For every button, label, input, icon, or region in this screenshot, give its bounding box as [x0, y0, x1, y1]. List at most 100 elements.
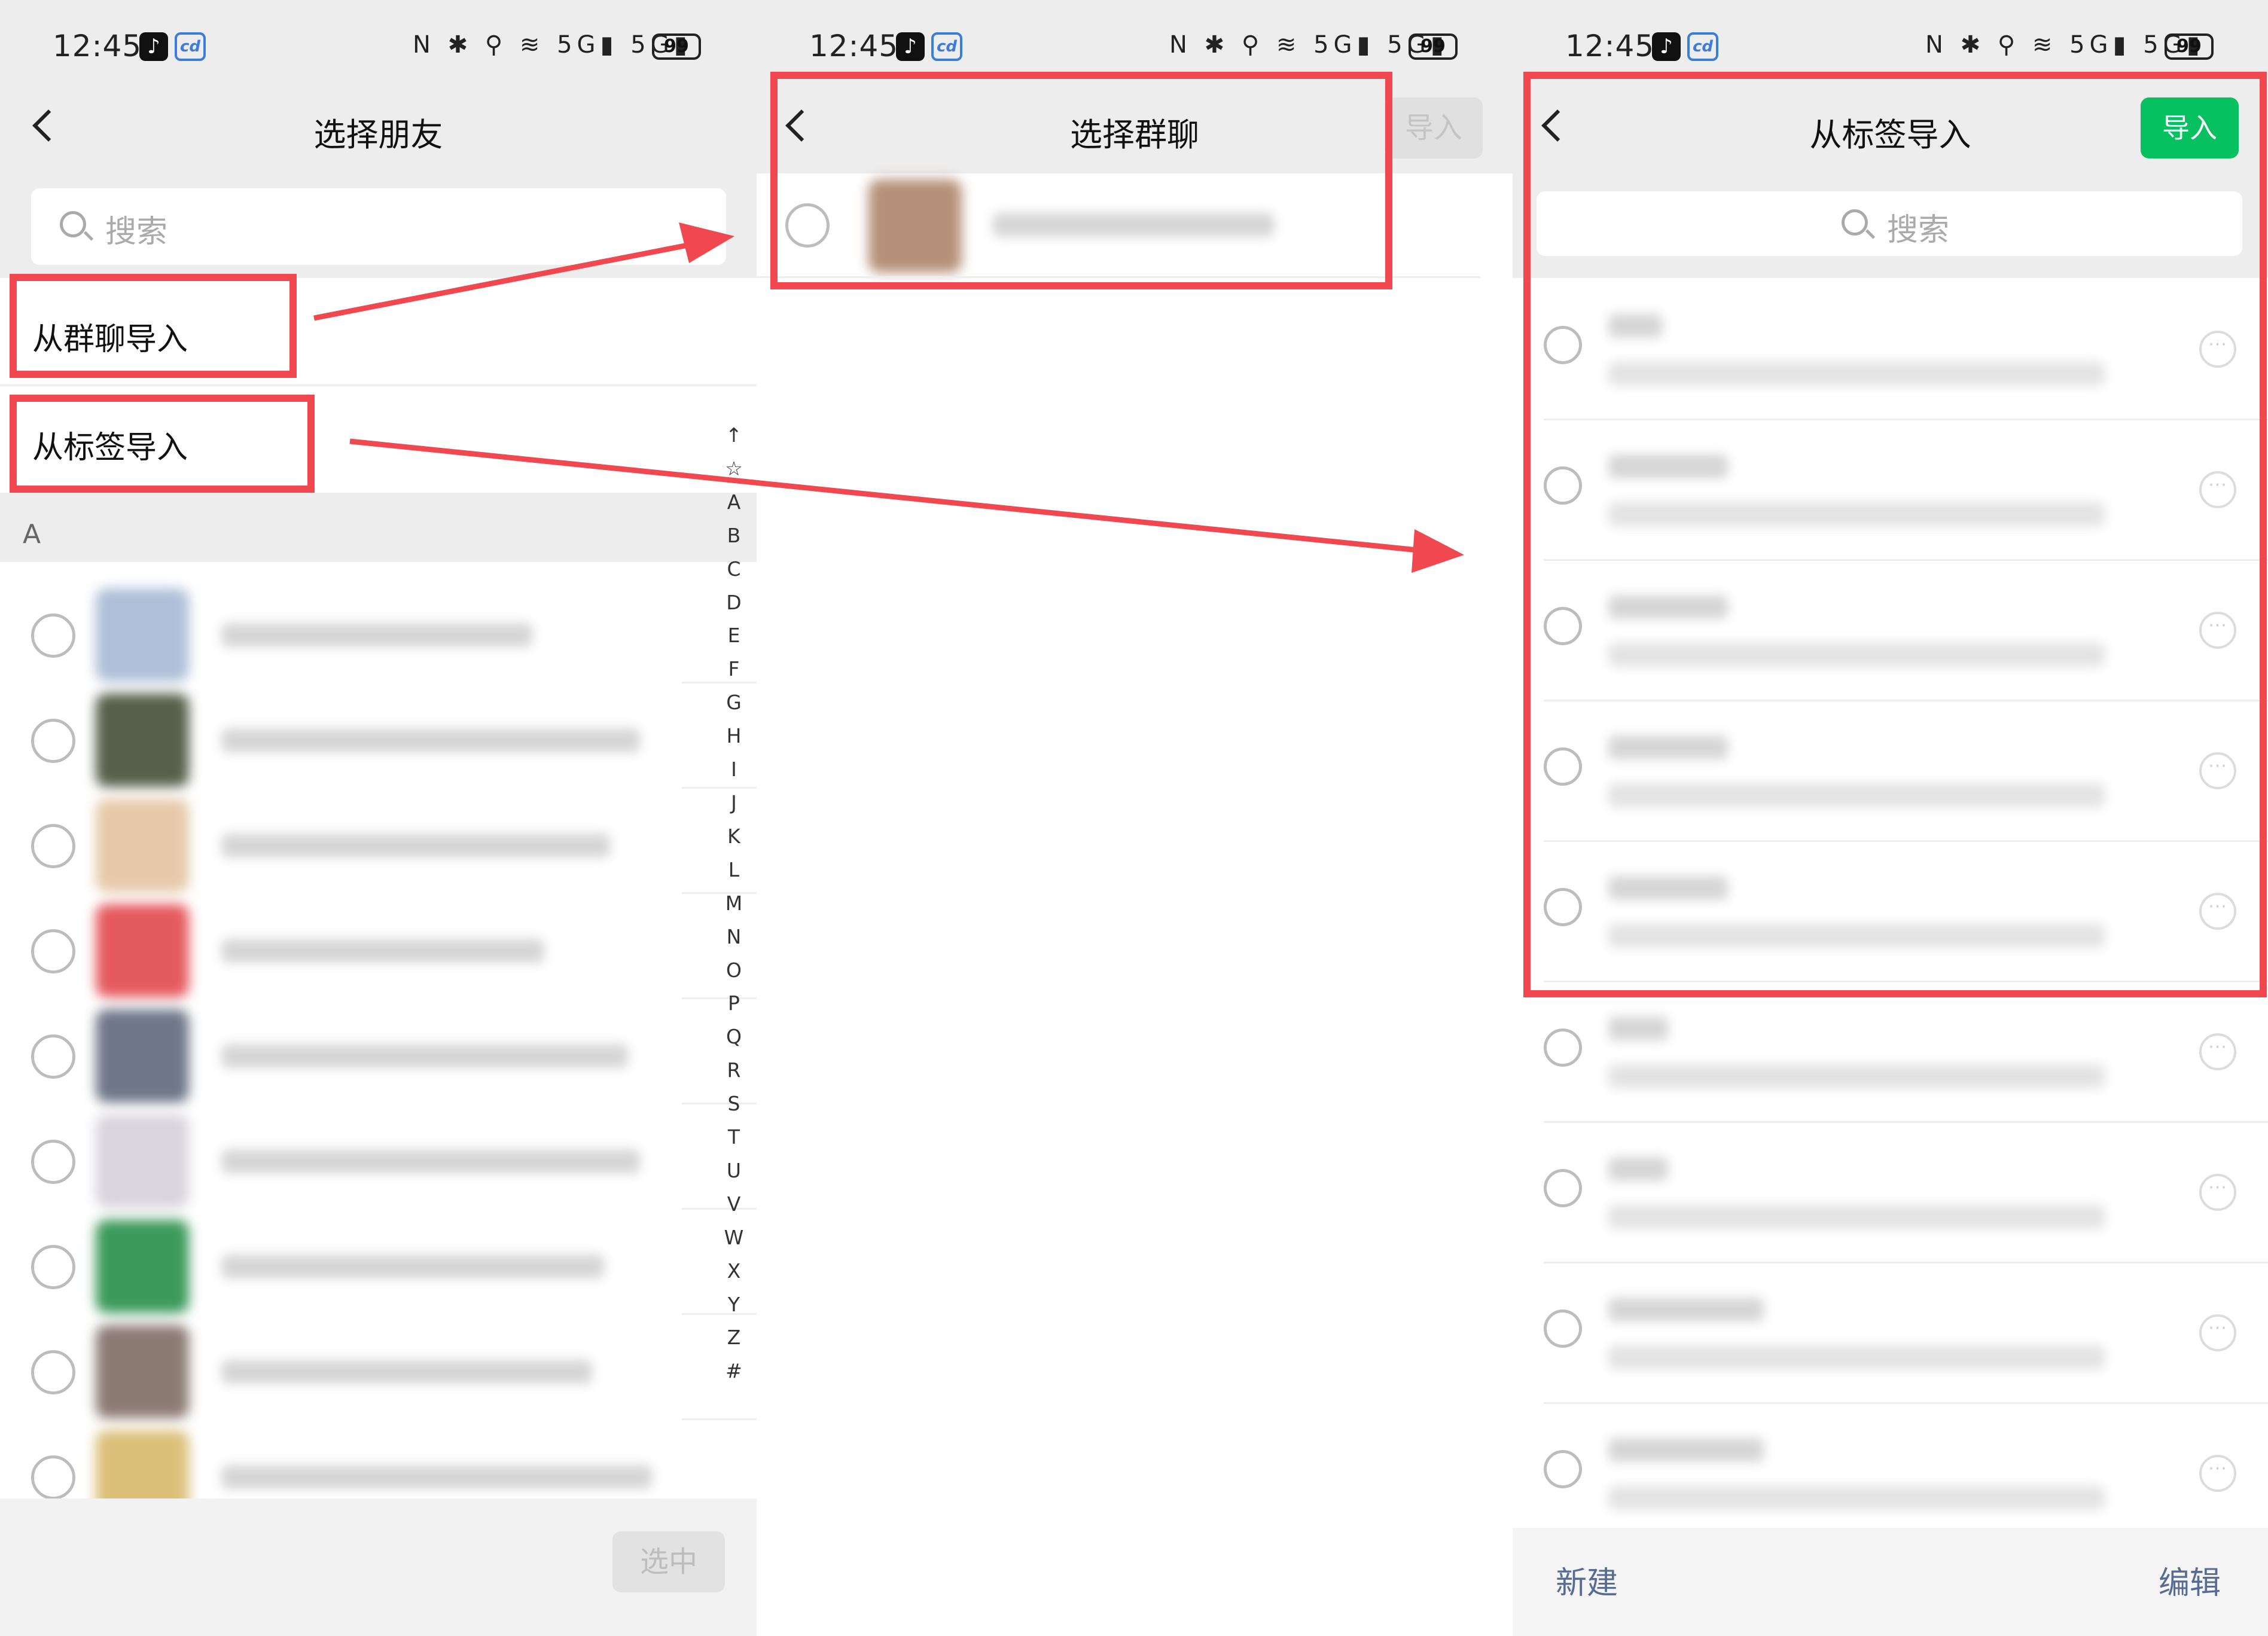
index-letter[interactable]: W	[721, 1221, 746, 1255]
tag-name-blurred	[1608, 1438, 1764, 1462]
divider	[1544, 1402, 2268, 1404]
tag-members-blurred	[1608, 1205, 2105, 1229]
index-letter[interactable]: S	[721, 1087, 746, 1121]
status-time: 12:45	[809, 29, 899, 63]
select-confirm-button[interactable]: 选中	[612, 1531, 725, 1592]
battery-icon: 99	[1409, 33, 1458, 60]
friend-name-blurred	[221, 834, 610, 857]
index-letter[interactable]: #	[721, 1354, 746, 1388]
index-letter[interactable]: P	[721, 987, 746, 1020]
friend-avatar	[96, 694, 189, 787]
tag-radio[interactable]	[1544, 1169, 1582, 1207]
friend-name-blurred	[221, 1149, 640, 1173]
index-letter[interactable]: O	[721, 954, 746, 987]
tag-name-blurred	[1608, 1017, 1668, 1040]
index-letter[interactable]: N	[721, 920, 746, 954]
index-letter[interactable]: V	[721, 1188, 746, 1221]
index-letter[interactable]: E	[721, 619, 746, 652]
index-letter[interactable]: Z	[721, 1321, 746, 1354]
index-letter[interactable]: U	[721, 1154, 746, 1188]
index-letter[interactable]: I	[721, 753, 746, 786]
bottom-bar: 新建 编辑	[1513, 1528, 2268, 1636]
index-letter[interactable]: G	[721, 686, 746, 719]
index-letter[interactable]: X	[721, 1255, 746, 1288]
index-letter[interactable]: J	[721, 786, 746, 820]
section-letter: A	[23, 519, 41, 550]
status-bar: 12:45 ♪ cd N ✱ ⚲ ≋ 5G▮ 5G▮ 99	[757, 24, 1513, 72]
highlight-import-from-tag	[10, 395, 315, 493]
friend-radio[interactable]	[31, 929, 75, 973]
edit-tags-button[interactable]: 编辑	[2159, 1558, 2221, 1603]
index-letter[interactable]: Y	[721, 1288, 746, 1321]
friend-name-blurred	[221, 728, 640, 752]
index-letter[interactable]: K	[721, 820, 746, 853]
import-button[interactable]: 导入	[1385, 97, 1483, 158]
tag-members-blurred	[1608, 1064, 2105, 1088]
more-options-icon[interactable]: ···	[2199, 1314, 2236, 1351]
index-letter[interactable]: F	[721, 652, 746, 686]
index-letter[interactable]: D	[721, 586, 746, 619]
status-icons: N ✱ ⚲ ≋ 5G▮ 5G▮	[413, 31, 692, 59]
friend-name-blurred	[221, 1255, 604, 1278]
tag-radio[interactable]	[1544, 1450, 1582, 1488]
index-letter[interactable]: R	[721, 1054, 746, 1087]
friend-avatar	[96, 1115, 189, 1208]
status-time: 12:45	[53, 29, 142, 63]
more-options-icon[interactable]: ···	[2199, 1455, 2236, 1492]
status-icons: N ✱ ⚲ ≋ 5G▮ 5G▮	[1169, 31, 1449, 59]
friend-radio[interactable]	[31, 1245, 75, 1289]
new-tag-button[interactable]: 新建	[1556, 1558, 1618, 1603]
page-title: 选择朋友	[313, 116, 443, 154]
index-letter[interactable]: Q	[721, 1020, 746, 1054]
tag-radio[interactable]	[1544, 1028, 1582, 1067]
select-friends-screen: 12:45 ♪ cd N ✱ ⚲ ≋ 5G▮ 5G▮ 99 选择朋友 搜索 从群…	[0, 0, 757, 1636]
battery-icon: 99	[2165, 33, 2214, 60]
friend-name-blurred	[221, 623, 532, 647]
highlight-select-group-header	[770, 72, 1392, 289]
friend-avatar	[96, 588, 189, 682]
index-letter[interactable]: ☆	[721, 452, 746, 486]
battery-icon: 99	[652, 33, 701, 60]
friend-avatar	[96, 1220, 189, 1313]
app-notification-icon: cd	[931, 32, 962, 61]
index-letter[interactable]: C	[721, 553, 746, 586]
index-letter[interactable]: A	[721, 486, 746, 519]
index-letter[interactable]: B	[721, 519, 746, 553]
index-letter[interactable]: M	[721, 887, 746, 920]
app-notification-icon: cd	[1687, 32, 1718, 61]
index-letter[interactable]: H	[721, 719, 746, 753]
app-notification-icon: cd	[175, 32, 206, 61]
tag-members-blurred	[1608, 1486, 2105, 1510]
friend-radio[interactable]	[31, 1455, 75, 1500]
divider	[1544, 1121, 2268, 1123]
tiktok-icon: ♪	[139, 32, 168, 61]
more-options-icon[interactable]: ···	[2199, 1174, 2236, 1211]
more-options-icon[interactable]: ···	[2199, 1033, 2236, 1070]
alphabet-index[interactable]: ↑ ☆ A B C D E F G H I J K L M N O P Q R S T U V W X Y Z #	[721, 419, 746, 1388]
search-input[interactable]: 搜索	[31, 188, 726, 265]
nav-bar: 选择朋友	[0, 87, 757, 170]
friend-radio[interactable]	[31, 614, 75, 658]
highlight-tag-list	[1523, 72, 2267, 997]
index-letter[interactable]: ↑	[721, 419, 746, 452]
friend-radio[interactable]	[31, 1034, 75, 1079]
friend-avatar	[96, 1325, 189, 1418]
friend-name-blurred	[221, 1465, 652, 1489]
tag-members-blurred	[1608, 1345, 2105, 1369]
bottom-bar: 选中	[0, 1498, 757, 1636]
friend-radio[interactable]	[31, 824, 75, 868]
friend-radio[interactable]	[31, 1350, 75, 1394]
index-letter[interactable]: T	[721, 1121, 746, 1154]
tag-name-blurred	[1608, 1157, 1668, 1181]
friend-avatar	[96, 1009, 189, 1103]
tag-radio[interactable]	[1544, 1310, 1582, 1348]
tiktok-icon: ♪	[896, 32, 925, 61]
friend-radio[interactable]	[31, 1140, 75, 1184]
friend-radio[interactable]	[31, 719, 75, 763]
divider	[1544, 1262, 2268, 1263]
index-letter[interactable]: L	[721, 853, 746, 887]
friend-name-blurred	[221, 1360, 592, 1384]
status-bar: 12:45 ♪ cd N ✱ ⚲ ≋ 5G▮ 5G▮ 99	[1513, 24, 2268, 72]
status-time: 12:45	[1565, 29, 1655, 63]
friend-avatar	[96, 799, 189, 892]
